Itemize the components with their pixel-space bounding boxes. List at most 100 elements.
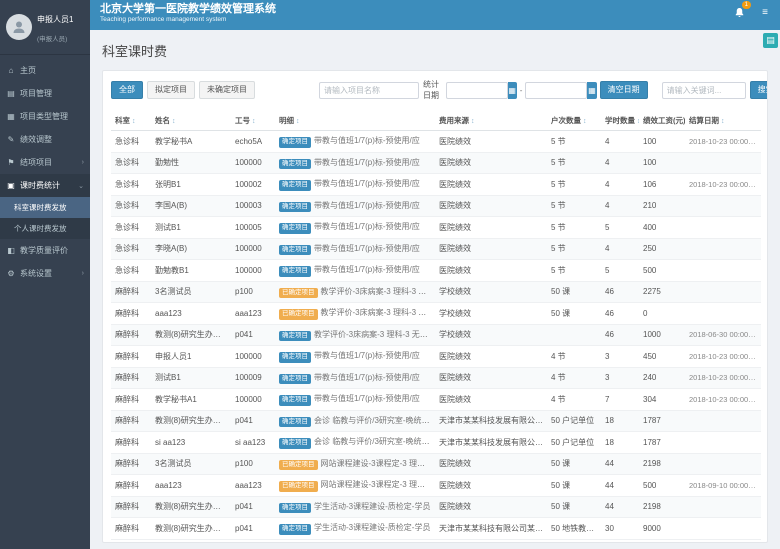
submenu-item-dept-classfee[interactable]: 科室课时费发放 <box>0 197 90 218</box>
cell-settle-date <box>685 281 761 303</box>
cell-employee-id: 100000 <box>231 152 275 174</box>
column-header[interactable]: 姓名↕ <box>151 111 231 131</box>
sidebar-menu: ⌂ 主页 ▤ 项目管理 ▦ 项目类型管理 ✎ 绩效调整 ⚑ 结项项目 › ▣ 课… <box>0 59 90 285</box>
detail-status-badge[interactable]: 确定项目 <box>279 395 311 406</box>
cell-hours: 46 <box>601 324 639 346</box>
sort-icon[interactable]: ↕ <box>132 118 136 125</box>
sort-icon[interactable]: ↕ <box>471 118 475 125</box>
document-icon: ▤ <box>6 89 16 98</box>
detail-status-badge[interactable]: 确定项目 <box>279 159 311 170</box>
sidebar-item-project-type[interactable]: ▦ 项目类型管理 <box>0 105 90 128</box>
detail-text: 教学评价-3床病案-3 理科-3 无脊椎人 <box>314 330 435 339</box>
detail-status-badge[interactable]: 确定项目 <box>279 245 311 256</box>
detail-status-badge[interactable]: 确定项目 <box>279 417 311 428</box>
submenu-item-personal-classfee[interactable]: 个人课时费发放 <box>0 218 90 239</box>
column-header[interactable]: 结算日期↕ <box>685 111 761 131</box>
notifications-bell-icon[interactable]: 1 <box>732 5 746 19</box>
cell-unit-quantity: 5 节 <box>547 260 601 282</box>
sidebar-item-label: 课时费统计 <box>20 180 60 191</box>
cell-detail: 确定项目会诊 临教与评价/3研究室-晚统-指导 <box>275 432 435 454</box>
column-header[interactable]: 户次数量↕ <box>547 111 601 131</box>
clear-date-button[interactable]: 清空日期 <box>600 81 648 99</box>
column-header[interactable]: 学时数量↕ <box>601 111 639 131</box>
cell-department: 麻醉科 <box>111 453 151 475</box>
cell-employee-id: p100 <box>231 453 275 475</box>
keyword-input[interactable] <box>662 82 746 99</box>
app-title: 北京大学第一医院教学绩效管理系统 <box>100 3 770 16</box>
cell-settle-date <box>685 217 761 239</box>
detail-status-badge[interactable]: 已确定项目 <box>279 481 318 492</box>
sidebar-item-system-settings[interactable]: ⚙ 系统设置 › <box>0 262 90 285</box>
filter-draft-button[interactable]: 拟定项目 <box>147 81 195 99</box>
cell-employee-id: 100005 <box>231 217 275 239</box>
filter-unconfirmed-button[interactable]: 未确定项目 <box>199 81 255 99</box>
table-body: 急诊科教学秘书Aecho5A确定项目带教与值班1/7(p)标-预使用/应医院绩效… <box>111 131 761 540</box>
column-header[interactable]: 明细↕ <box>275 111 435 131</box>
detail-status-badge[interactable]: 已确定项目 <box>279 288 318 299</box>
menu-toggle-icon[interactable]: ≡ <box>758 5 772 19</box>
sort-icon[interactable]: ↕ <box>637 118 639 125</box>
cell-hours: 4 <box>601 152 639 174</box>
cell-detail: 确定项目带教与值班1/7(p)标-预使用/应 <box>275 346 435 368</box>
detail-status-badge[interactable]: 确定项目 <box>279 352 311 363</box>
sidebar-item-classfee-stats[interactable]: ▣ 课时费统计 ⌄ <box>0 174 90 197</box>
sort-icon[interactable]: ↕ <box>296 118 300 125</box>
cell-unit-quantity: 50 课 <box>547 475 601 497</box>
column-header[interactable]: 费用来源↕ <box>435 111 547 131</box>
detail-status-badge[interactable]: 确定项目 <box>279 503 311 514</box>
table-row: 急诊科勤勉性100000确定项目带教与值班1/7(p)标-预使用/应医院绩效5 … <box>111 152 761 174</box>
detail-status-badge[interactable]: 已确定项目 <box>279 460 318 471</box>
column-header[interactable]: 工号↕ <box>231 111 275 131</box>
cell-settle-date: 2018-09-10 00:00:00 <box>685 475 761 497</box>
sort-icon[interactable]: ↕ <box>172 118 176 125</box>
cell-performance-pay: 1000 <box>639 324 685 346</box>
cell-settle-date: 2018-10-23 00:00:00 <box>685 346 761 368</box>
sort-icon[interactable]: ↕ <box>583 118 587 125</box>
sidebar-item-project-management[interactable]: ▤ 项目管理 <box>0 82 90 105</box>
cell-fee-source: 医院绩效 <box>435 346 547 368</box>
cell-settle-date <box>685 195 761 217</box>
detail-status-badge[interactable]: 确定项目 <box>279 223 311 234</box>
detail-status-badge[interactable]: 确定项目 <box>279 438 311 449</box>
detail-status-badge[interactable]: 确定项目 <box>279 266 311 277</box>
calendar-icon[interactable]: ▦ <box>587 82 596 99</box>
cell-hours: 4 <box>601 238 639 260</box>
detail-status-badge[interactable]: 确定项目 <box>279 180 311 191</box>
detail-text: 教学评价-3床病案-3 理科-3 无脊椎人 <box>321 308 436 317</box>
detail-status-badge[interactable]: 确定项目 <box>279 202 311 213</box>
detail-status-badge[interactable]: 确定项目 <box>279 524 311 535</box>
column-header[interactable]: 科室↕ <box>111 111 151 131</box>
calendar-icon[interactable]: ▦ <box>508 82 517 99</box>
table-row: 麻醉科教学秘书A1100000确定项目带教与值班1/7(p)标-预使用/应医院绩… <box>111 389 761 411</box>
sidebar-item-performance-adjust[interactable]: ✎ 绩效调整 <box>0 128 90 151</box>
detail-status-badge[interactable]: 已确定项目 <box>279 309 318 320</box>
detail-text: 带教与值班1/7(p)标-预使用/应 <box>314 351 420 360</box>
cell-performance-pay: 1787 <box>639 410 685 432</box>
cell-department: 麻醉科 <box>111 367 151 389</box>
filter-all-button[interactable]: 全部 <box>111 81 143 99</box>
table-row: 急诊科教学秘书Aecho5A确定项目带教与值班1/7(p)标-预使用/应医院绩效… <box>111 131 761 153</box>
cell-employee-id: 100000 <box>231 238 275 260</box>
search-button[interactable]: 搜索 <box>750 81 768 99</box>
cell-unit-quantity: 50 户记单位 <box>547 410 601 432</box>
table-row: 急诊科勤勉教B1100000确定项目带教与值班1/7(p)标-预使用/应医院绩效… <box>111 260 761 282</box>
sidebar-item-home[interactable]: ⌂ 主页 <box>0 59 90 82</box>
detail-text: 会诊 临教与评价/3研究室-晚统-指导 <box>314 416 435 425</box>
detail-text: 带教与值班1/7(p)标-预使用/应 <box>314 136 420 145</box>
sidebar-item-teaching-quality[interactable]: ◧ 教学质量评价 <box>0 239 90 262</box>
sort-icon[interactable]: ↕ <box>252 118 256 125</box>
detail-status-badge[interactable]: 确定项目 <box>279 331 311 342</box>
quick-panel-button[interactable]: ▤ <box>763 33 778 48</box>
cell-hours: 46 <box>601 281 639 303</box>
cell-detail: 已确定项目教学评价-3床病案-3 理科-3 无脊椎人 <box>275 281 435 303</box>
sidebar-item-closed-projects[interactable]: ⚑ 结项项目 › <box>0 151 90 174</box>
cell-performance-pay: 9000 <box>639 518 685 540</box>
date-from-input[interactable] <box>446 82 508 99</box>
date-to-input[interactable] <box>525 82 587 99</box>
sort-icon[interactable]: ↕ <box>721 118 725 125</box>
column-header[interactable]: 绩效工资(元)↕ <box>639 111 685 131</box>
detail-status-badge[interactable]: 确定项目 <box>279 137 311 148</box>
cell-unit-quantity: 50 户记单位 <box>547 432 601 454</box>
project-name-input[interactable] <box>319 82 419 99</box>
detail-status-badge[interactable]: 确定项目 <box>279 374 311 385</box>
